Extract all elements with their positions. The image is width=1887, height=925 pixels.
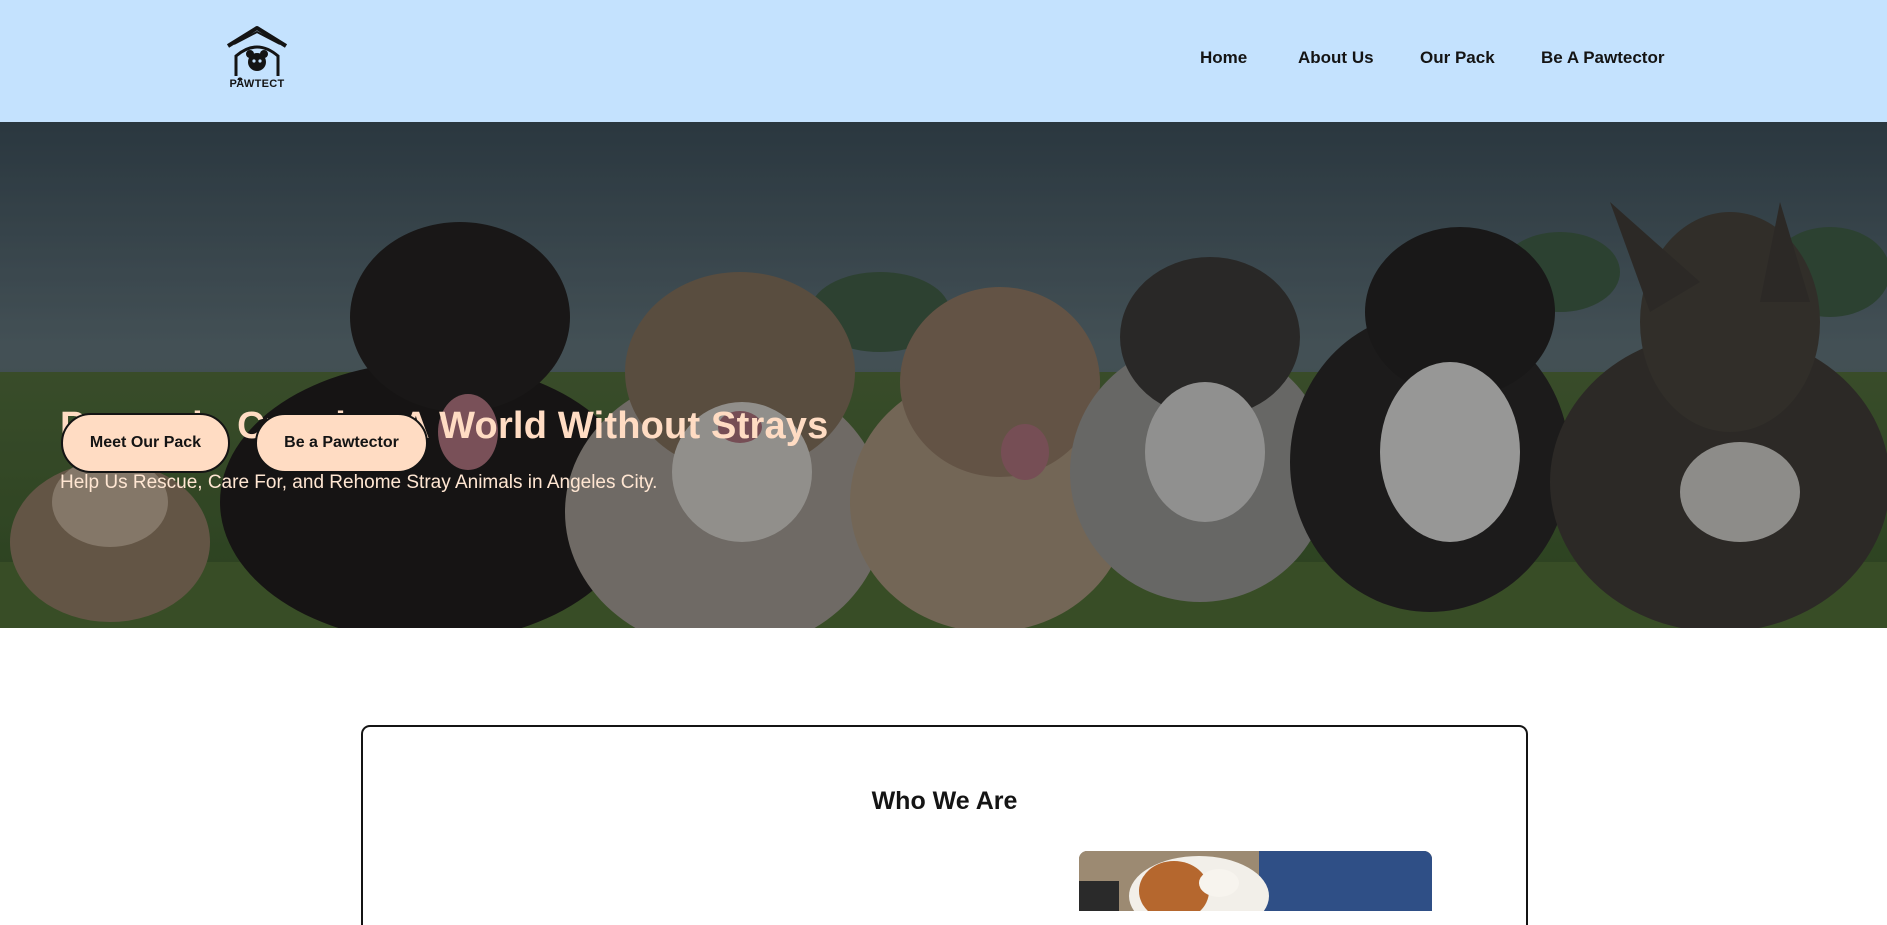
who-we-are-photo bbox=[1079, 851, 1432, 911]
be-a-pawtector-button[interactable]: Be a Pawtector bbox=[255, 413, 428, 473]
meet-our-pack-button[interactable]: Meet Our Pack bbox=[61, 413, 230, 473]
nav-home[interactable]: Home bbox=[1200, 48, 1247, 68]
pawtect-logo[interactable]: PAWTECT bbox=[224, 24, 290, 92]
hero-section: Pawtech, Creating A World Without Strays… bbox=[0, 122, 1887, 628]
who-we-are-title: Who We Are bbox=[871, 787, 1018, 815]
nav-our-pack[interactable]: Our Pack bbox=[1420, 48, 1495, 68]
site-header: PAWTECT Home About Us Our Pack Be A Pawt… bbox=[0, 0, 1887, 122]
hero-subtitle: Help Us Rescue, Care For, and Rehome Str… bbox=[60, 472, 658, 493]
logo-wordmark: PAWTECT bbox=[229, 78, 285, 90]
house-dog-logo-icon bbox=[226, 26, 288, 83]
nav-about-us[interactable]: About Us bbox=[1298, 48, 1374, 68]
who-we-are-card: Who We Are bbox=[361, 725, 1528, 925]
nav-be-a-pawtector[interactable]: Be A Pawtector bbox=[1541, 48, 1664, 68]
hero-dogs-image bbox=[0, 122, 1887, 628]
dog-photo-image bbox=[1079, 851, 1432, 911]
